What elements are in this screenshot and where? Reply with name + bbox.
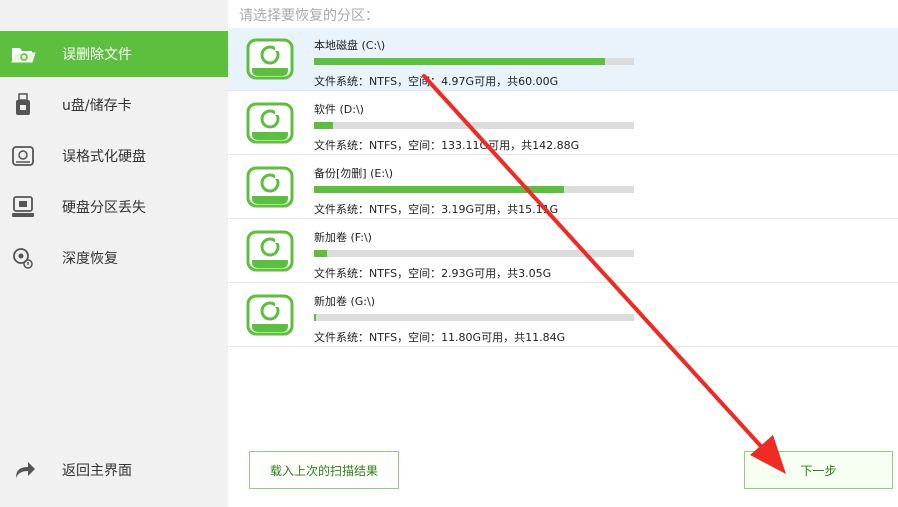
sidebar-item-label: 误删除文件 [62, 47, 132, 63]
computer-icon [12, 196, 34, 217]
partition-info: 文件系统：NTFS，空间：133.11G可用，共142.88G [314, 139, 580, 152]
usage-bar [314, 186, 634, 193]
partition-row[interactable]: 新加卷 (F:\) 文件系统：NTFS，空间：2.93G可用，共3.05G [228, 220, 898, 283]
usage-bar-fill [314, 250, 327, 257]
partition-name: 软件 (D:\) [314, 103, 364, 116]
partition-name: 新加卷 (G:\) [314, 295, 376, 308]
next-step-button[interactable]: 下一步 [744, 451, 893, 489]
partition-panel: 请选择要恢复的分区： 本地磁盘 (C:\) 文件系统：NTFS，空间：4.97G可… [228, 0, 898, 507]
usage-bar-fill [314, 58, 606, 65]
hard-disk-icon [246, 102, 294, 144]
partition-name: 新加卷 (F:\) [314, 231, 372, 244]
sidebar-item-label: 深度恢复 [62, 251, 118, 267]
partition-row[interactable]: 本地磁盘 (C:\) 文件系统：NTFS，空间：4.97G可用，共60.00G [228, 28, 898, 91]
usage-bar [314, 314, 634, 321]
partition-row[interactable]: 备份[勿删] (E:\) 文件系统：NTFS，空间：3.19G可用，共15.11G [228, 156, 898, 219]
usage-bar-fill [314, 186, 564, 193]
partition-row[interactable]: 软件 (D:\) 文件系统：NTFS，空间：133.11G可用，共142.88G [228, 92, 898, 155]
usage-bar [314, 250, 634, 257]
sidebar-item-label: 硬盘分区丢失 [62, 200, 146, 216]
sidebar-item-deep-recovery[interactable]: 深度恢复 [0, 235, 228, 281]
sidebar-item-deleted-files[interactable]: 误删除文件 [0, 31, 228, 77]
sidebar-item-usb-card[interactable]: u盘/储存卡 [0, 82, 228, 128]
select-partition-prompt: 请选择要恢复的分区： [239, 8, 379, 24]
usage-bar [314, 122, 634, 129]
usage-bar-fill [314, 314, 316, 321]
hard-disk-icon [246, 38, 294, 80]
partition-row[interactable]: 新加卷 (G:\) 文件系统：NTFS，空间：11.80G可用，共11.84G [228, 284, 898, 347]
back-arrow-icon [16, 462, 35, 478]
partition-info: 文件系统：NTFS，空间：11.80G可用，共11.84G [314, 331, 566, 344]
disk-icon [12, 146, 34, 166]
back-to-main-button[interactable]: 返回主界面 [0, 447, 228, 493]
search-disk-icon [13, 248, 33, 269]
usage-bar-fill [314, 122, 334, 129]
sidebar-item-lost-partition[interactable]: 硬盘分区丢失 [0, 184, 228, 230]
hard-disk-icon [246, 166, 294, 208]
folder-icon [11, 48, 36, 63]
hard-disk-icon [246, 294, 294, 336]
partition-info: 文件系统：NTFS，空间：4.97G可用，共60.00G [314, 75, 559, 88]
load-last-scan-button[interactable]: 载入上次的扫描结果 [249, 451, 399, 489]
sidebar-item-label: 误格式化硬盘 [62, 149, 146, 165]
partition-name: 备份[勿删] (E:\) [314, 167, 394, 180]
usb-drive-icon [16, 93, 30, 115]
partition-name: 本地磁盘 (C:\) [314, 39, 386, 52]
partition-info: 文件系统：NTFS，空间：2.93G可用，共3.05G [314, 267, 552, 280]
sidebar-item-label: u盘/储存卡 [62, 98, 132, 114]
back-to-main-label: 返回主界面 [62, 463, 132, 479]
partition-info: 文件系统：NTFS，空间：3.19G可用，共15.11G [314, 203, 559, 216]
hard-disk-icon [246, 230, 294, 272]
sidebar: 误删除文件 u盘/储存卡 误格式化硬盘 硬盘分区丢失 深度恢复 返回主界面 [0, 0, 228, 507]
sidebar-item-formatted-disk[interactable]: 误格式化硬盘 [0, 133, 228, 179]
usage-bar [314, 58, 634, 65]
